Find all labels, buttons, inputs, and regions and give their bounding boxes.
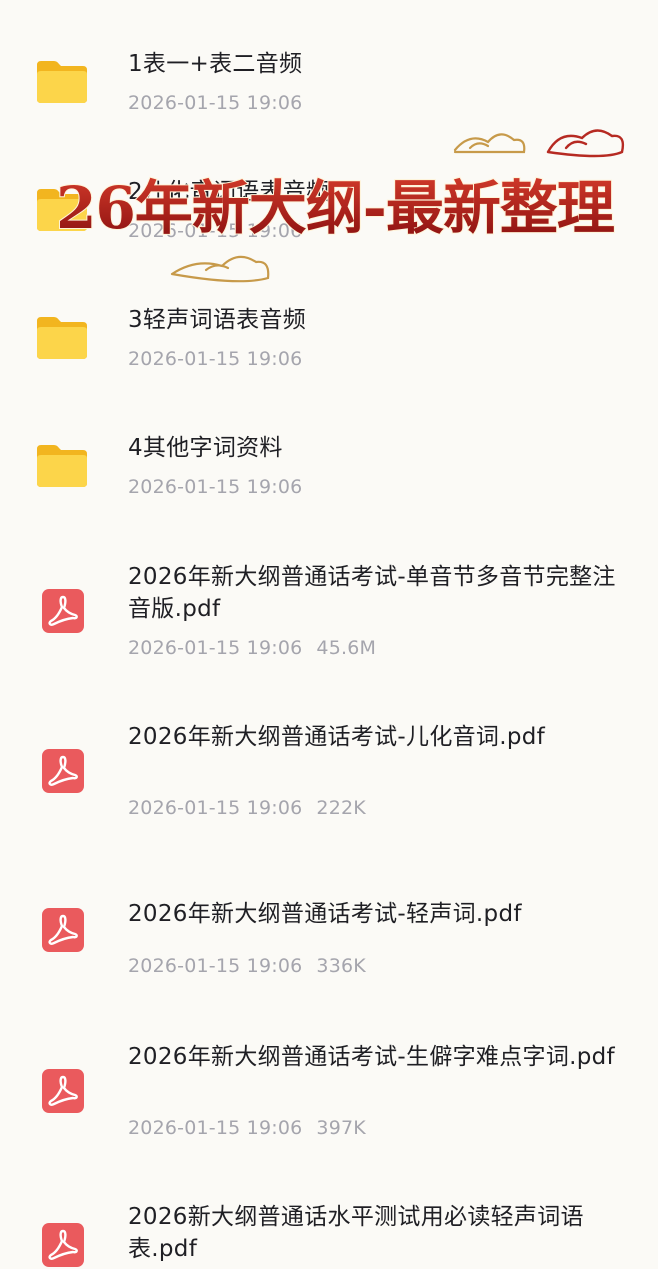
file-meta: 2026-01-15 19:06	[128, 348, 302, 370]
folder-icon	[37, 317, 87, 359]
pdf-icon	[42, 589, 84, 633]
folder-icon	[37, 445, 87, 487]
file-date: 2026-01-15 19:06	[128, 797, 303, 819]
cloud-decoration-icon	[546, 129, 625, 158]
file-size: 45.6M	[316, 637, 377, 659]
file-size: 336K	[316, 955, 366, 977]
list-item[interactable]: 4其他字词资料 2026-01-15 19:06	[0, 424, 658, 504]
cloud-decoration-icon	[453, 133, 526, 154]
list-item[interactable]: 2026年新大纲普通话考试-单音节多音节完整注音版.pdf 2026-01-15…	[0, 555, 658, 665]
file-meta: 2026-01-15 19:06 336K	[128, 955, 366, 977]
folder-icon	[37, 189, 87, 231]
file-meta: 2026-01-15 19:06	[128, 220, 302, 242]
list-item[interactable]: 1表一+表二音频 2026-01-15 19:06	[0, 40, 658, 120]
list-item[interactable]: 2026年新大纲普通话考试-儿化音词.pdf 2026-01-15 19:06 2…	[0, 715, 658, 825]
folder-icon	[37, 61, 87, 103]
pdf-icon	[42, 1069, 84, 1113]
file-size: 222K	[316, 797, 366, 819]
file-date: 2026-01-15 19:06	[128, 92, 303, 114]
file-date: 2026-01-15 19:06	[128, 637, 303, 659]
file-name: 4其他字词资料	[128, 435, 283, 461]
file-size: 397K	[316, 1117, 366, 1139]
file-name: 2026年新大纲普通话考试-生僻字难点字词.pdf	[128, 1044, 615, 1070]
file-date: 2026-01-15 19:06	[128, 1117, 303, 1139]
file-name: 1表一+表二音频	[128, 51, 303, 77]
pdf-icon	[42, 908, 84, 952]
file-name: 2儿化音词语表音频	[128, 179, 330, 205]
pdf-icon	[42, 749, 84, 793]
file-meta: 2026-01-15 19:06 45.6M	[128, 637, 376, 659]
list-item[interactable]: 2儿化音词语表音频 2026-01-15 19:06	[0, 168, 658, 248]
pdf-icon	[42, 1223, 84, 1267]
file-meta: 2026-01-15 19:06 397K	[128, 1117, 366, 1139]
file-name: 3轻声词语表音频	[128, 307, 307, 333]
file-meta: 2026-01-15 19:06	[128, 92, 302, 114]
file-meta: 2026-01-15 19:06 222K	[128, 797, 366, 819]
list-item[interactable]: 2026年新大纲普通话考试-轻声词.pdf 2026-01-15 19:06 33…	[0, 892, 658, 982]
file-date: 2026-01-15 19:06	[128, 955, 303, 977]
file-name: 2026年新大纲普通话考试-轻声词.pdf	[128, 901, 522, 927]
file-meta: 2026-01-15 19:06	[128, 476, 302, 498]
list-item[interactable]: 2026年新大纲普通话考试-生僻字难点字词.pdf 2026-01-15 19:…	[0, 1035, 658, 1145]
file-date: 2026-01-15 19:06	[128, 220, 303, 242]
file-name: 2026年新大纲普通话考试-单音节多音节完整注音版.pdf	[128, 564, 616, 622]
file-date: 2026-01-15 19:06	[128, 348, 303, 370]
file-date: 2026-01-15 19:06	[128, 476, 303, 498]
list-item[interactable]: 2026新大纲普通话水平测试用必读轻声词语表.pdf	[0, 1195, 658, 1267]
file-name: 2026年新大纲普通话考试-儿化音词.pdf	[128, 724, 546, 750]
cloud-decoration-icon	[170, 255, 270, 283]
list-item[interactable]: 3轻声词语表音频 2026-01-15 19:06	[0, 296, 658, 376]
file-name: 2026新大纲普通话水平测试用必读轻声词语表.pdf	[128, 1204, 584, 1262]
